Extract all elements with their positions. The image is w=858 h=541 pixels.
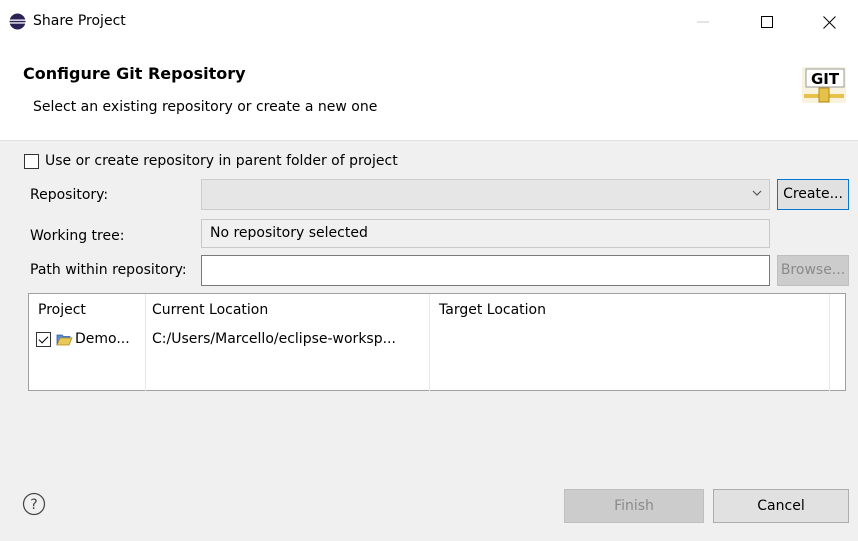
table-row[interactable]: Demo... C:/Users/Marcello/eclipse-worksp… xyxy=(29,328,829,352)
folder-open-icon xyxy=(56,334,73,346)
cancel-button[interactable]: Cancel xyxy=(713,489,849,523)
finish-button[interactable]: Finish xyxy=(564,489,704,523)
git-logo-text: GIT xyxy=(811,70,840,88)
column-header-project[interactable]: Project xyxy=(38,302,86,318)
window-title: Share Project xyxy=(33,13,126,29)
project-name: Demo... xyxy=(75,331,130,347)
working-tree-label: Working tree: xyxy=(30,228,125,244)
current-location: C:/Users/Marcello/eclipse-worksp... xyxy=(152,331,396,347)
close-button[interactable] xyxy=(806,0,852,44)
column-divider xyxy=(829,294,830,391)
minimize-icon xyxy=(697,21,709,23)
path-label: Path within repository: xyxy=(30,262,187,278)
use-parent-label: Use or create repository in parent folde… xyxy=(45,153,398,169)
path-input[interactable] xyxy=(201,255,770,286)
git-logo-icon: GIT xyxy=(802,67,846,103)
working-tree-field: No repository selected xyxy=(201,219,770,248)
page-title: Configure Git Repository xyxy=(23,64,246,83)
eclipse-icon xyxy=(9,13,26,30)
maximize-icon xyxy=(761,16,773,28)
create-button[interactable]: Create... xyxy=(777,179,849,210)
maximize-button[interactable] xyxy=(744,0,790,44)
minimize-button[interactable] xyxy=(680,0,726,44)
repository-combo[interactable] xyxy=(201,179,770,210)
projects-table[interactable]: Project Current Location Target Location… xyxy=(28,293,846,391)
wizard-header: Configure Git Repository Select an exist… xyxy=(0,44,858,141)
browse-button[interactable]: Browse... xyxy=(777,255,849,286)
page-description: Select an existing repository or create … xyxy=(33,99,378,115)
chevron-down-icon xyxy=(752,190,762,196)
column-header-current-location[interactable]: Current Location xyxy=(152,302,268,318)
close-icon xyxy=(822,15,836,29)
svg-text:?: ? xyxy=(30,497,37,513)
project-row-checkbox[interactable] xyxy=(36,332,51,347)
title-bar: Share Project xyxy=(0,0,858,44)
use-parent-checkbox[interactable] xyxy=(24,153,39,169)
wizard-body: Use or create repository in parent folde… xyxy=(0,141,858,541)
repository-label: Repository: xyxy=(30,187,109,203)
help-icon[interactable]: ? xyxy=(22,492,46,516)
column-header-target-location[interactable]: Target Location xyxy=(439,302,546,318)
use-parent-checkbox-row[interactable]: Use or create repository in parent folde… xyxy=(24,153,398,169)
